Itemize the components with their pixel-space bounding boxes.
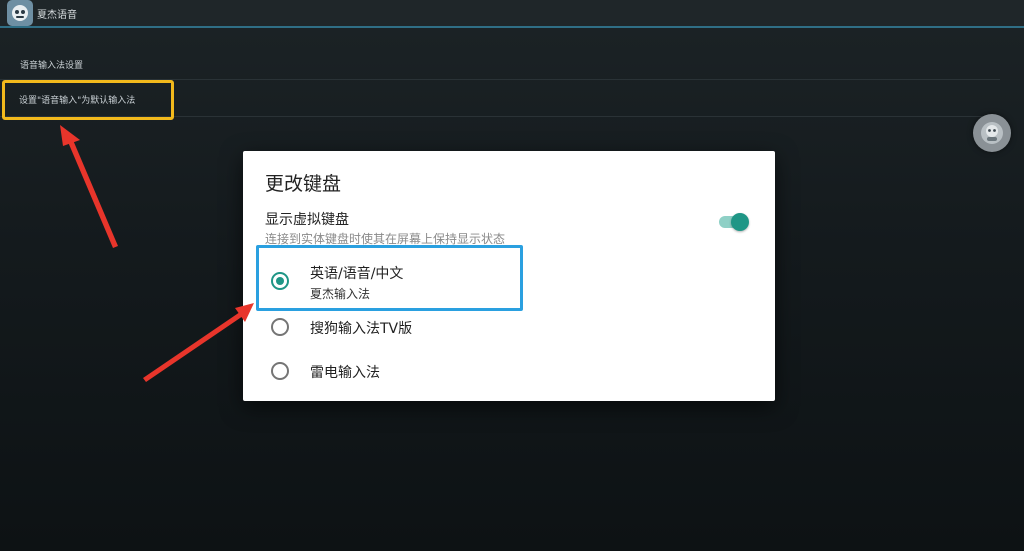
toggle-thumb [731,213,749,231]
virtual-keyboard-toggle[interactable] [717,213,749,231]
blue-highlight-box [256,245,523,311]
radio-unchecked-icon[interactable] [271,362,289,380]
yellow-highlight-box [2,80,174,120]
radio-unchecked-icon[interactable] [271,318,289,336]
ime-option-sogou[interactable]: 搜狗输入法TV版 [265,316,745,356]
ime-option-label: 雷电输入法 [310,365,380,381]
voice-input-settings-label: 语音输入法设置 [20,61,84,71]
arrow-to-default-setting [60,125,118,248]
ime-option-leidian[interactable]: 雷电输入法 [265,360,745,400]
app-logo-icon [7,0,33,26]
virtual-keyboard-label: 显示虚拟键盘 [265,212,349,228]
assistant-ball-icon[interactable] [973,114,1011,152]
app-title: 夏杰语音 [37,9,77,21]
dialog-title: 更改键盘 [265,173,342,195]
title-bar: 夏杰语音 [0,0,1024,28]
ime-option-label: 搜狗输入法TV版 [310,321,413,337]
voice-input-settings-item[interactable]: 语音输入法设置 [0,50,1000,80]
arrow-to-selected-ime [143,303,254,382]
